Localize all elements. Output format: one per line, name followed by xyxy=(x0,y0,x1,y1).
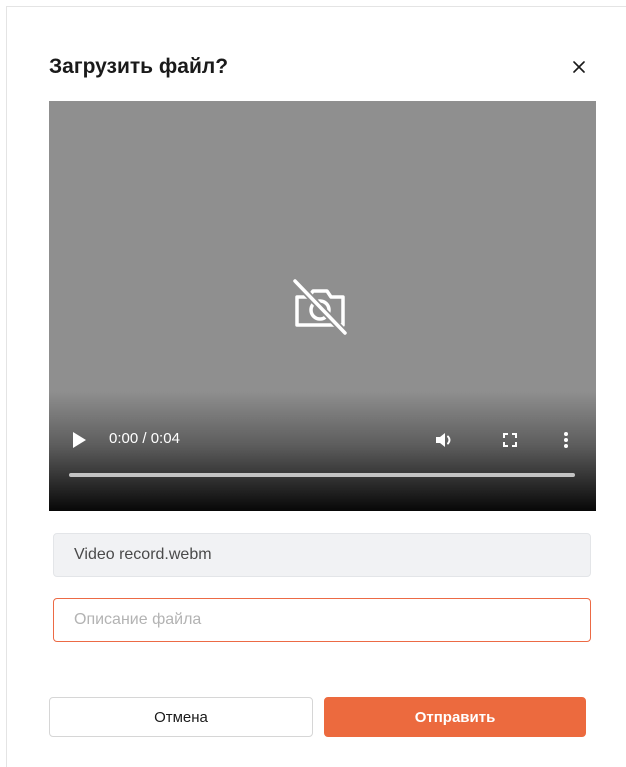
close-icon xyxy=(573,61,585,73)
video-current-time: 0:00 xyxy=(109,430,139,447)
filename-field: Video record.webm xyxy=(53,533,591,577)
cancel-button[interactable]: Отмена xyxy=(49,697,313,737)
no-camera-icon xyxy=(293,279,348,335)
video-controls: 0:00 / 0:04 xyxy=(49,391,596,511)
video-time-separator: / xyxy=(142,430,151,447)
send-button[interactable]: Отправить xyxy=(324,697,586,737)
video-player[interactable]: 0:00 / 0:04 xyxy=(49,101,596,511)
video-duration: 0:04 xyxy=(150,430,180,447)
video-progress-bar[interactable] xyxy=(69,473,575,477)
video-time-display: 0:00 / 0:04 xyxy=(109,429,180,449)
file-description-input[interactable] xyxy=(53,598,591,642)
volume-icon[interactable] xyxy=(433,429,455,451)
upload-file-dialog: Загрузить файл? 0:00 / 0:04 Video record… xyxy=(6,6,626,767)
fullscreen-icon[interactable] xyxy=(499,429,521,451)
more-vertical-icon[interactable] xyxy=(555,429,577,451)
dialog-title: Загрузить файл? xyxy=(49,55,229,78)
close-button[interactable] xyxy=(567,55,591,79)
play-icon[interactable] xyxy=(71,431,87,449)
